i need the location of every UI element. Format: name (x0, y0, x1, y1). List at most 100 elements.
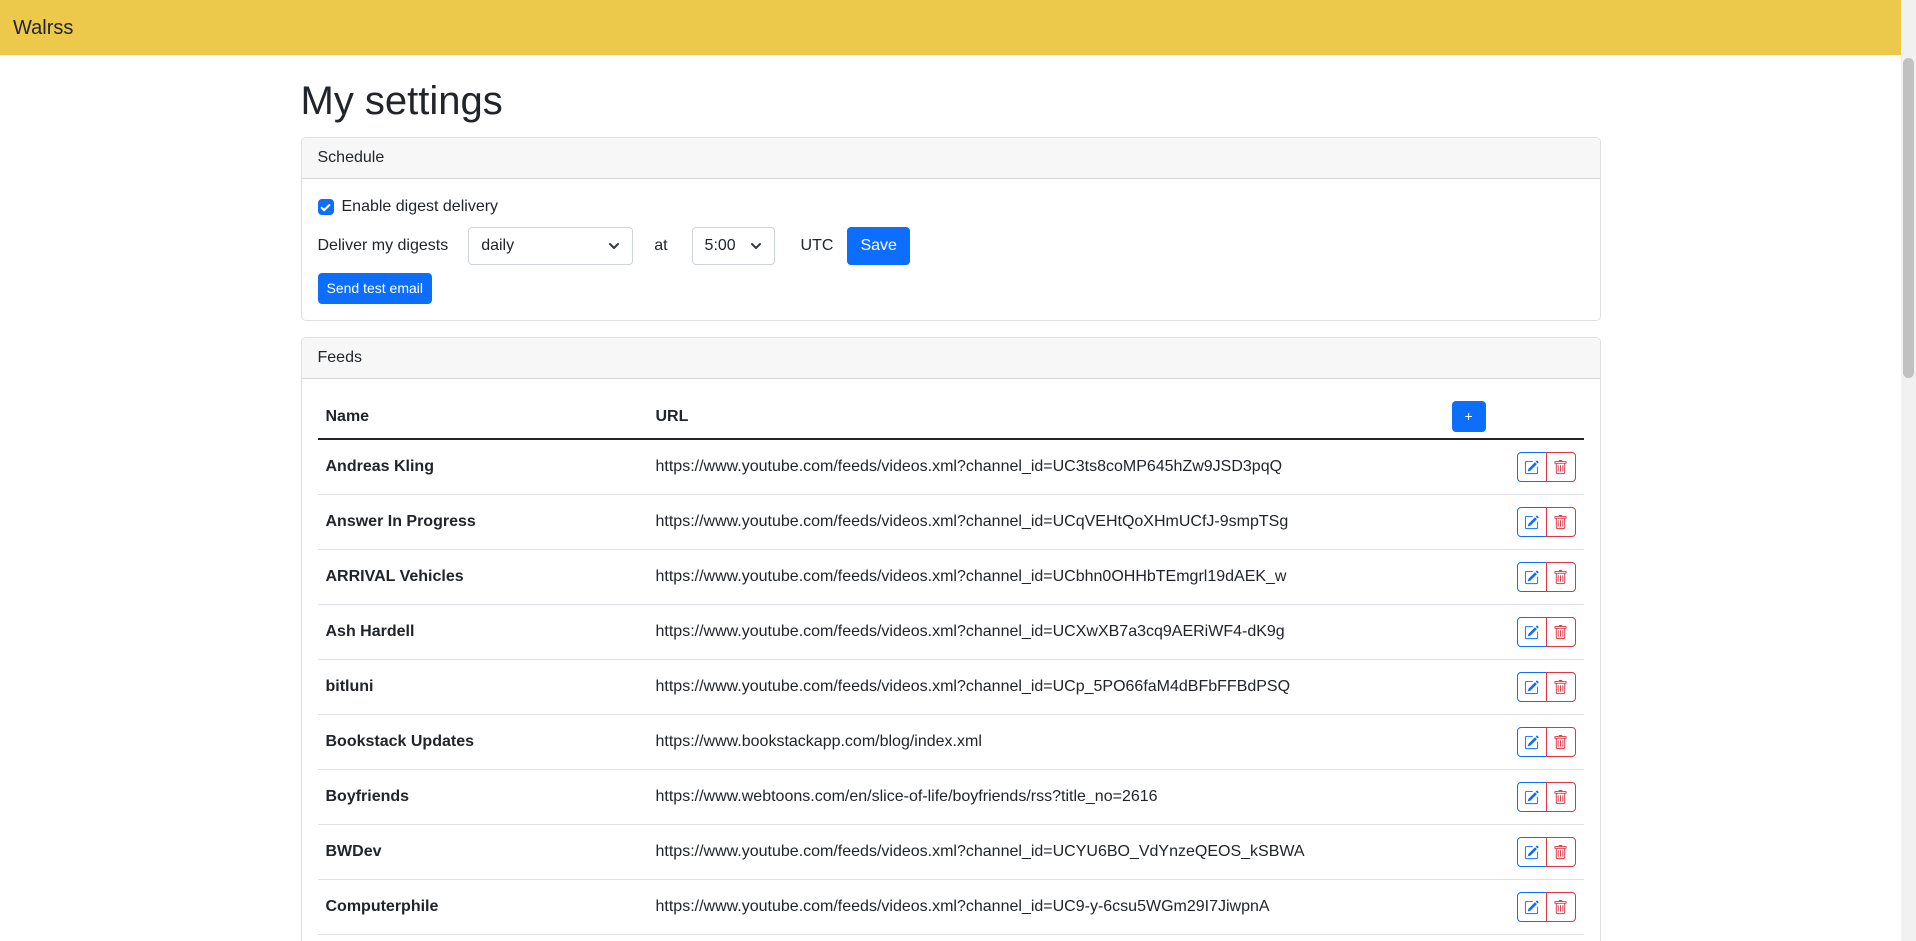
feeds-card-body: Name URL + Andreas Kling https://www.you… (302, 379, 1600, 941)
feed-row: BWDev https://www.youtube.com/feeds/vide… (318, 825, 1584, 880)
column-header-name: Name (318, 395, 648, 439)
trash-icon (1553, 900, 1568, 915)
feed-url: https://www.webtoons.com/en/slice-of-lif… (648, 770, 1444, 825)
feed-url: https://www.youtube.com/feeds/videos.xml… (648, 439, 1444, 495)
pencil-square-icon (1524, 735, 1539, 750)
feed-actions (1517, 727, 1576, 757)
edit-feed-button[interactable] (1517, 782, 1547, 812)
enable-digest-checkbox[interactable] (318, 199, 334, 215)
feed-name: ARRIVAL Vehicles (318, 550, 648, 605)
frequency-select[interactable]: daily (468, 227, 633, 265)
feed-name: Fireship (318, 935, 648, 941)
main-content: My settings Schedule Enable digest deliv… (301, 77, 1601, 941)
edit-feed-button[interactable] (1517, 562, 1547, 592)
feed-actions (1517, 617, 1576, 647)
feed-actions (1517, 837, 1576, 867)
trash-icon (1553, 570, 1568, 585)
enable-digest-row: Enable digest delivery (318, 195, 1584, 219)
feeds-table-header-row: Name URL + (318, 395, 1584, 439)
pencil-square-icon (1524, 845, 1539, 860)
delete-feed-button[interactable] (1546, 892, 1576, 922)
enable-digest-label[interactable]: Enable digest delivery (342, 198, 499, 216)
delete-feed-button[interactable] (1546, 617, 1576, 647)
feed-url: https://www.bookstackapp.com/blog/index.… (648, 715, 1444, 770)
delete-feed-button[interactable] (1546, 452, 1576, 482)
feed-actions (1517, 507, 1576, 537)
feed-row: Boyfriends https://www.webtoons.com/en/s… (318, 770, 1584, 825)
feed-actions (1517, 782, 1576, 812)
feed-name: BWDev (318, 825, 648, 880)
delete-feed-button[interactable] (1546, 837, 1576, 867)
page: Walrss My settings Schedule Enable diges… (0, 0, 1901, 941)
column-header-url: URL (648, 395, 1444, 439)
feed-row: ARRIVAL Vehicles https://www.youtube.com… (318, 550, 1584, 605)
pencil-square-icon (1524, 515, 1539, 530)
add-feed-button[interactable]: + (1452, 401, 1486, 432)
edit-feed-button[interactable] (1517, 617, 1547, 647)
feed-name: Bookstack Updates (318, 715, 648, 770)
edit-feed-button[interactable] (1517, 452, 1547, 482)
pencil-square-icon (1524, 790, 1539, 805)
delete-feed-button[interactable] (1546, 507, 1576, 537)
edit-feed-button[interactable] (1517, 837, 1547, 867)
pencil-square-icon (1524, 460, 1539, 475)
feed-url: https://www.youtube.com/feeds/videos.xml… (648, 825, 1444, 880)
trash-icon (1553, 515, 1568, 530)
save-button[interactable]: Save (847, 227, 909, 265)
trash-icon (1553, 845, 1568, 860)
feed-url: https://www.youtube.com/feeds/videos.xml… (648, 660, 1444, 715)
feed-row: Andreas Kling https://www.youtube.com/fe… (318, 439, 1584, 495)
schedule-card-header: Schedule (302, 138, 1600, 179)
feed-name: Answer In Progress (318, 495, 648, 550)
brand-link[interactable]: Walrss (13, 18, 73, 38)
feed-name: Computerphile (318, 880, 648, 935)
feeds-table: Name URL + Andreas Kling https://www.you… (318, 395, 1584, 941)
feed-url: https://www.youtube.com/feeds/videos.xml… (648, 880, 1444, 935)
feed-name: bitluni (318, 660, 648, 715)
feed-url: https://www.youtube.com/feeds/videos.xml… (648, 605, 1444, 660)
utc-label: UTC (801, 237, 834, 255)
trash-icon (1553, 790, 1568, 805)
edit-feed-button[interactable] (1517, 672, 1547, 702)
delete-feed-button[interactable] (1546, 672, 1576, 702)
schedule-card: Schedule Enable digest delivery Deliver … (301, 137, 1601, 321)
feed-actions (1517, 672, 1576, 702)
feed-row: Ash Hardell https://www.youtube.com/feed… (318, 605, 1584, 660)
pencil-square-icon (1524, 570, 1539, 585)
frequency-value: daily (481, 237, 514, 255)
feed-url: https://www.youtube.com/feeds/videos.xml… (648, 495, 1444, 550)
trash-icon (1553, 460, 1568, 475)
chevron-down-icon (750, 240, 762, 252)
pencil-square-icon (1524, 900, 1539, 915)
feed-actions (1517, 562, 1576, 592)
edit-feed-button[interactable] (1517, 727, 1547, 757)
delete-feed-button[interactable] (1546, 727, 1576, 757)
chevron-down-icon (608, 240, 620, 252)
digest-schedule-controls: Deliver my digests daily at 5:00 UTC Sav… (318, 227, 1584, 265)
feed-row: Answer In Progress https://www.youtube.c… (318, 495, 1584, 550)
checkmark-icon (320, 202, 331, 213)
feeds-card: Feeds Name URL + Andreas Kling https://w (301, 337, 1601, 941)
scrollbar[interactable] (1901, 0, 1916, 941)
edit-feed-button[interactable] (1517, 892, 1547, 922)
feed-name: Ash Hardell (318, 605, 648, 660)
trash-icon (1553, 735, 1568, 750)
feed-row: Fireship https://www.youtube.com/feeds/v… (318, 935, 1584, 941)
deliver-label: Deliver my digests (318, 237, 449, 255)
feed-actions (1517, 892, 1576, 922)
navbar: Walrss (0, 0, 1901, 55)
scrollbar-thumb[interactable] (1903, 58, 1914, 378)
at-label: at (654, 237, 667, 255)
edit-feed-button[interactable] (1517, 507, 1547, 537)
feed-actions (1517, 452, 1576, 482)
feed-row: bitluni https://www.youtube.com/feeds/vi… (318, 660, 1584, 715)
delete-feed-button[interactable] (1546, 782, 1576, 812)
feed-url: https://www.youtube.com/feeds/videos.xml… (648, 935, 1444, 941)
feed-row: Computerphile https://www.youtube.com/fe… (318, 880, 1584, 935)
time-select[interactable]: 5:00 (692, 227, 775, 265)
delete-feed-button[interactable] (1546, 562, 1576, 592)
pencil-square-icon (1524, 680, 1539, 695)
time-value: 5:00 (705, 237, 736, 255)
send-test-email-button[interactable]: Send test email (318, 273, 433, 304)
feed-name: Boyfriends (318, 770, 648, 825)
